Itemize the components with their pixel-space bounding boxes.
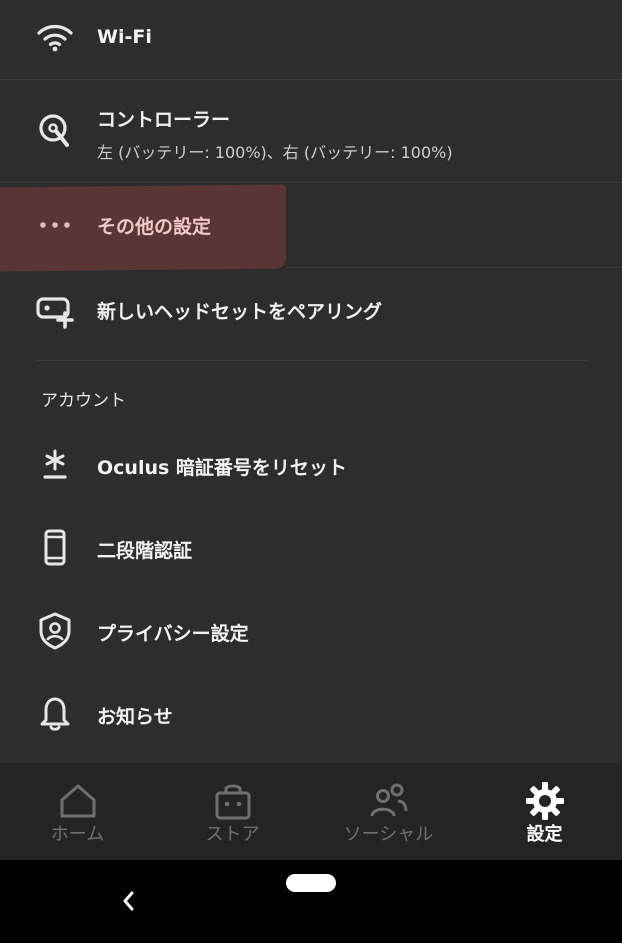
two-factor-row[interactable]: 二段階認証 <box>0 508 622 588</box>
store-bag-icon <box>213 781 253 821</box>
more-dots-icon <box>36 206 74 244</box>
nav-home-label: ホーム <box>50 824 105 845</box>
people-icon <box>369 781 409 821</box>
privacy-row[interactable]: プライバシー設定 <box>0 591 622 671</box>
nav-settings-label: 設定 <box>526 824 563 845</box>
controller-icon <box>36 111 74 149</box>
headset-add-icon <box>36 292 74 330</box>
divider <box>36 360 588 361</box>
home-icon <box>58 781 98 821</box>
notifications-label: お知らせ <box>97 706 173 728</box>
controller-row[interactable]: コントローラー 左 (バッテリー: 100%)、右 (バッテリー: 100%) <box>0 80 622 182</box>
pair-headset-row[interactable]: 新しいヘッドセットをペアリング <box>0 268 622 360</box>
asterisk-icon <box>36 446 74 484</box>
controller-battery-status: 左 (バッテリー: 100%)、右 (バッテリー: 100%) <box>97 143 453 162</box>
shield-user-icon <box>36 612 74 650</box>
more-settings-label: その他の設定 <box>97 216 212 238</box>
system-navigation-bar <box>0 860 622 943</box>
two-factor-label: 二段階認証 <box>97 540 193 562</box>
nav-social-label: ソーシャル <box>343 824 434 845</box>
wifi-label: Wi-Fi <box>97 26 152 48</box>
more-settings-row[interactable]: その他の設定 <box>0 183 622 267</box>
reset-pin-label: Oculus 暗証番号をリセット <box>97 457 347 479</box>
reset-pin-row[interactable]: Oculus 暗証番号をリセット <box>0 425 622 505</box>
wifi-icon <box>36 18 74 56</box>
nav-social[interactable]: ソーシャル <box>311 763 466 860</box>
nav-home[interactable]: ホーム <box>0 763 155 860</box>
phone-icon <box>36 529 74 567</box>
home-pill-icon[interactable] <box>286 874 336 892</box>
nav-settings[interactable]: 設定 <box>467 763 622 860</box>
back-chevron-icon[interactable] <box>117 888 139 914</box>
controller-label: コントローラー <box>97 109 231 131</box>
bottom-navigation: ホーム ストア ソーシャル 設定 <box>0 763 622 860</box>
privacy-label: プライバシー設定 <box>97 623 249 645</box>
settings-screen: Wi-Fi コントローラー 左 (バッテリー: 100%)、右 (バッテリー: … <box>0 0 622 943</box>
gear-icon <box>525 781 565 821</box>
nav-store-label: ストア <box>205 824 260 845</box>
nav-store[interactable]: ストア <box>155 763 310 860</box>
pair-headset-label: 新しいヘッドセットをペアリング <box>97 301 383 323</box>
wifi-row[interactable]: Wi-Fi <box>0 0 622 78</box>
account-section-title: アカウント <box>41 391 126 411</box>
notifications-row[interactable]: お知らせ <box>0 674 622 754</box>
bell-icon <box>36 694 74 732</box>
